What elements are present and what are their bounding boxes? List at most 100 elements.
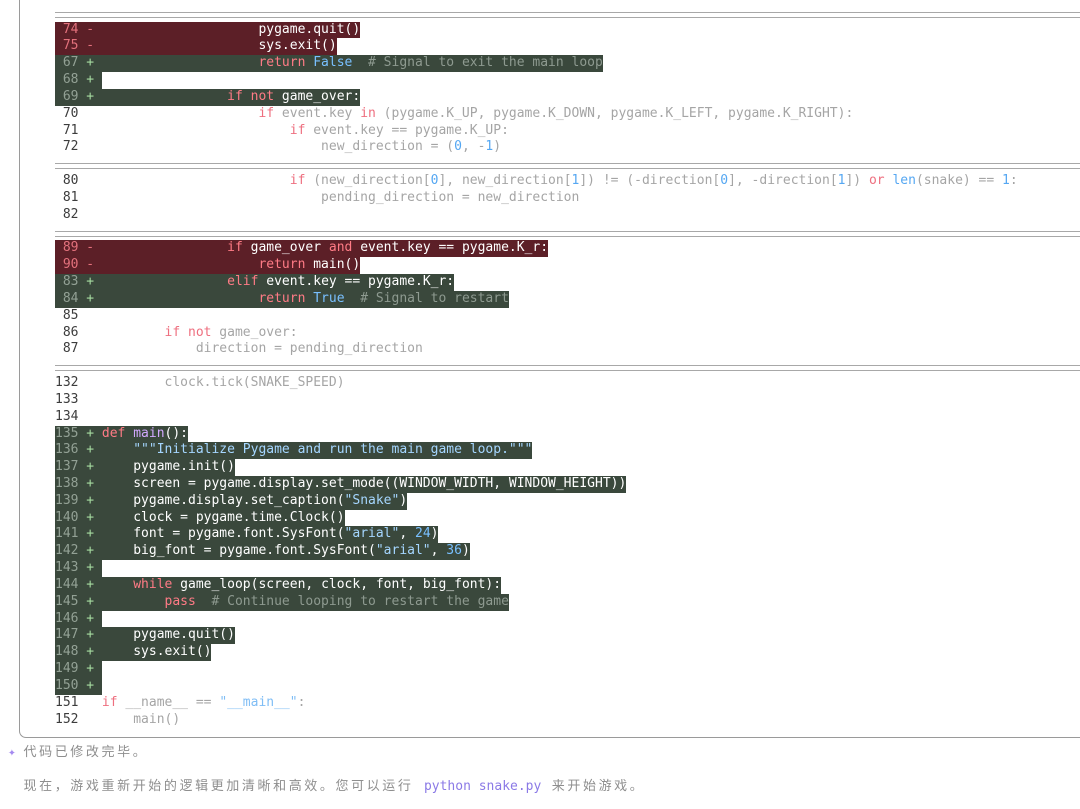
line-content: 144 + while game_loop(screen, clock, font… — [55, 576, 502, 594]
added-line: 135 + def main(): — [55, 425, 1080, 443]
diff-marker: + — [86, 425, 95, 441]
code-line: direction = pending_direction — [102, 341, 423, 356]
line-number: 150 — [55, 677, 79, 693]
line-number: 147 — [55, 627, 79, 643]
line-content: 132 clock.tick(SNAKE_SPEED) — [55, 375, 345, 392]
code-line: pygame.display.set_caption("Snake") — [102, 493, 407, 508]
code-line: main() — [102, 712, 180, 727]
code-keyword: return — [101, 290, 306, 306]
diff-marker: + — [86, 290, 95, 306]
code-text: ) — [399, 492, 408, 508]
code-line: font = pygame.font.SysFont("arial", 24) — [102, 526, 438, 542]
code-text: pygame.quit() — [101, 21, 361, 37]
line-content: 81 pending_direction = new_direction — [55, 190, 580, 207]
line-number: 87 — [62, 341, 79, 357]
line-number: 84 — [62, 290, 79, 306]
line-content: 139 + pygame.display.set_caption("Snake") — [55, 492, 408, 510]
code-string: "__main__" — [219, 694, 298, 710]
line-number: 151 — [55, 694, 79, 710]
code-text: game_over: — [211, 324, 298, 340]
hunk-separator — [55, 5, 1080, 22]
added-line: 144 + while game_loop(screen, clock, font… — [55, 576, 1080, 594]
line-content: 146 + — [55, 610, 102, 628]
code-comment: # Signal to exit the main loop — [352, 55, 603, 71]
context-line: 133 — [55, 392, 1080, 409]
line-content: 151 if __name__ == "__main__": — [55, 695, 305, 712]
code-text: sys.exit() — [101, 38, 337, 54]
code-comment: # Continue looping to restart the game — [195, 593, 509, 609]
diff-marker: + — [86, 661, 95, 677]
line-content: 152 main() — [55, 712, 180, 729]
code-line: if game_over and event.key == pygame.K_r… — [102, 240, 548, 255]
line-number: 143 — [55, 560, 79, 576]
code-constant: True — [305, 290, 345, 306]
diff-marker: + — [86, 576, 95, 592]
line-content: 87 direction = pending_direction — [55, 341, 423, 358]
line-content: 141 + font = pygame.font.SysFont("arial",… — [55, 526, 439, 544]
code-constant: 24 — [415, 526, 431, 542]
line-content: 70 if event.key in (pygame.K_UP, pygame.… — [55, 106, 853, 123]
code-text: : — [1009, 173, 1018, 189]
line-number: 89 — [62, 240, 79, 256]
line-number: 139 — [55, 492, 79, 508]
context-line: 72 new_direction = (0, -1) — [55, 139, 1080, 156]
hunk-separator — [55, 358, 1080, 375]
hunk-separator — [55, 224, 1080, 241]
diff-marker: + — [86, 543, 95, 559]
code-line: return True # Signal to restart — [101, 290, 508, 306]
code-text: ]) — [845, 173, 869, 189]
line-number: 136 — [55, 442, 79, 458]
code-text: ], new_direction[ — [438, 173, 572, 189]
removed-line: 74- pygame.quit() — [55, 21, 1080, 39]
code-line: pass # Continue looping to restart the g… — [102, 594, 509, 609]
code-text: main() — [305, 257, 361, 273]
line-number: 135 — [55, 425, 79, 441]
line-number: 134 — [55, 408, 79, 424]
diff-marker: + — [86, 274, 95, 290]
line-content: 83 + elif event.key == pygame.K_r: — [55, 274, 455, 291]
context-line: 132 clock.tick(SNAKE_SPEED) — [55, 375, 1080, 392]
context-line: 70 if event.key in (pygame.K_UP, pygame.… — [55, 106, 1080, 123]
line-number: 75 — [62, 38, 79, 54]
code-text: ) — [493, 139, 502, 155]
code-line: if not game_over: — [102, 325, 298, 340]
code-keyword: return — [101, 55, 306, 71]
hunk-separator — [55, 156, 1080, 173]
code-text: , — [399, 526, 415, 542]
added-line: 67 + return False # Signal to exit the ma… — [55, 55, 1080, 73]
code-line: new_direction = (0, -1) — [102, 139, 501, 154]
added-line: 136 + """Initialize Pygame and run the ma… — [55, 442, 1080, 460]
code-keyword: if — [101, 694, 118, 710]
sparkle-icon: ✦ — [8, 745, 16, 761]
diff-view: 74- pygame.quit() 75 - sys.exit() 67 + retur… — [55, 5, 1080, 729]
code-text: new_direction = ( — [101, 139, 455, 155]
code-constant: len — [884, 173, 916, 189]
line-content: 137 + pygame.init() — [55, 459, 235, 476]
line-number: 85 — [62, 307, 79, 323]
code-keyword: return — [101, 257, 306, 273]
code-line: if not game_over: — [102, 89, 360, 104]
context-line: 87 direction = pending_direction — [55, 341, 1080, 358]
code-text: pygame.display.set_caption( — [101, 492, 345, 508]
diff-marker: - — [86, 240, 95, 256]
code-text: (): — [164, 425, 189, 441]
line-content: 69 + if not game_over: — [55, 88, 361, 106]
code-keyword: while — [101, 576, 173, 592]
diff-marker: + — [86, 644, 95, 660]
code-keyword: if not — [101, 88, 275, 104]
line-content: 85 — [55, 308, 102, 325]
code-keyword: if — [101, 240, 243, 256]
diff-marker: + — [86, 627, 95, 643]
line-number: 152 — [55, 711, 79, 727]
code-line: sys.exit() — [101, 38, 337, 54]
added-line: 148 + sys.exit() — [55, 644, 1080, 662]
line-number: 138 — [55, 475, 79, 491]
line-number: 70 — [62, 105, 79, 121]
line-number: 140 — [55, 509, 79, 525]
code-text: event.key — [274, 105, 361, 121]
added-line: 141 + font = pygame.font.SysFont("arial",… — [55, 526, 1080, 544]
code-line: return False # Signal to exit the main l… — [101, 55, 603, 71]
code-text: big_font = pygame.font.SysFont( — [101, 543, 376, 559]
line-number: 132 — [55, 375, 79, 391]
line-content: 90- return main() — [55, 257, 361, 275]
